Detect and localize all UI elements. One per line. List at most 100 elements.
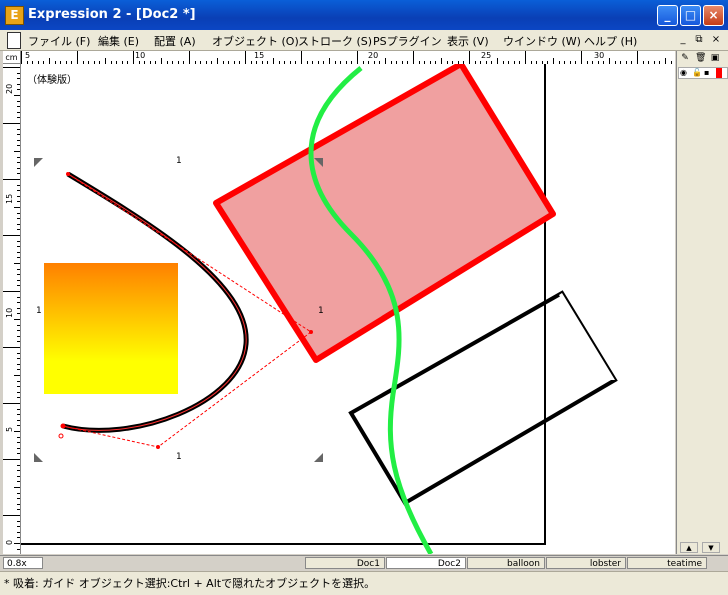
- handle-mark: 1: [36, 306, 42, 316]
- scroll-up-arrow[interactable]: ▲: [680, 542, 698, 553]
- v-ruler-tick: [3, 67, 20, 68]
- tab-balloon[interactable]: balloon: [467, 557, 545, 569]
- h-ruler-tick: [637, 51, 638, 64]
- v-ruler-tick: [17, 218, 20, 220]
- menu-object[interactable]: オブジェクト (O): [212, 33, 299, 49]
- h-ruler-label: 30: [594, 51, 605, 60]
- menu-file[interactable]: ファイル (F): [28, 33, 90, 49]
- zoom-level-field[interactable]: 0.8x: [3, 557, 43, 569]
- tab-doc1[interactable]: Doc1: [305, 557, 385, 569]
- v-ruler-tick: [3, 459, 20, 460]
- v-ruler-tick: [17, 139, 20, 141]
- scroll-down-arrow[interactable]: ▼: [702, 542, 720, 553]
- v-ruler-tick: [17, 201, 20, 203]
- gradient-rectangle[interactable]: [44, 263, 178, 394]
- v-ruler-tick: [17, 369, 20, 371]
- h-ruler-tick: [357, 51, 358, 64]
- v-ruler-tick: [3, 123, 20, 124]
- v-ruler-tick: [17, 162, 20, 164]
- v-ruler-tick: [17, 268, 20, 270]
- v-ruler-label: 5: [5, 426, 14, 432]
- v-ruler-tick: [17, 184, 20, 186]
- layer-row[interactable]: ◉ 🔓 ▪: [678, 67, 728, 79]
- selection-corner-handle[interactable]: [34, 453, 43, 462]
- v-ruler-tick: [17, 229, 20, 231]
- menu-arrange[interactable]: 配置 (A): [154, 33, 196, 49]
- minimize-button[interactable]: _: [657, 5, 678, 26]
- v-ruler-tick: [17, 106, 20, 108]
- mdi-minimize-button[interactable]: _: [676, 33, 690, 47]
- app-icon[interactable]: E: [5, 6, 24, 25]
- v-ruler-tick: [17, 251, 20, 253]
- h-ruler-tick: [133, 51, 134, 64]
- selection-corner-handle[interactable]: [34, 158, 43, 167]
- v-ruler-tick: [17, 498, 20, 500]
- tab-teatime[interactable]: teatime: [627, 557, 707, 569]
- status-bar: * 吸着: ガイド オブジェクト選択:Ctrl + Altで隠れたオブジェクトを…: [0, 571, 728, 595]
- handle-mark: 1: [176, 156, 182, 166]
- control-point[interactable]: [309, 330, 313, 334]
- v-ruler-tick: [17, 246, 20, 248]
- v-ruler-tick: [17, 386, 20, 388]
- tab-doc2[interactable]: Doc2: [386, 557, 466, 569]
- v-ruler-tick: [14, 263, 20, 264]
- v-ruler-tick: [17, 475, 20, 477]
- v-ruler-tick: [17, 111, 20, 113]
- v-ruler-tick: [17, 296, 20, 298]
- horizontal-ruler[interactable]: 5 10 15 20 25 30: [21, 51, 675, 65]
- v-ruler-tick: [17, 240, 20, 242]
- vertical-ruler[interactable]: 20 15 10 5 0: [3, 64, 21, 554]
- v-ruler-tick: [17, 453, 20, 455]
- mdi-restore-button[interactable]: ⧉: [692, 33, 706, 47]
- new-layer-icon[interactable]: ✎: [680, 53, 690, 63]
- v-ruler-tick: [17, 425, 20, 427]
- menu-help[interactable]: ヘルプ (H): [584, 33, 637, 49]
- v-ruler-tick: [14, 207, 20, 208]
- v-ruler-tick: [17, 274, 20, 276]
- v-ruler-tick: [17, 363, 20, 365]
- trash-icon[interactable]: 🗑: [695, 53, 706, 63]
- v-ruler-tick: [17, 492, 20, 494]
- document-icon[interactable]: [7, 32, 21, 49]
- v-ruler-tick: [17, 285, 20, 287]
- v-ruler-tick: [17, 302, 20, 304]
- selection-corner-handle[interactable]: [314, 453, 323, 462]
- tab-lobster[interactable]: lobster: [546, 557, 626, 569]
- anchor-point[interactable]: [60, 423, 66, 429]
- h-ruler-label: 15: [254, 51, 265, 60]
- v-ruler-tick: [17, 307, 20, 309]
- v-ruler-tick: [17, 503, 20, 505]
- v-ruler-tick: [17, 520, 20, 522]
- h-ruler-tick: [21, 51, 22, 64]
- path-end-marker: [58, 433, 64, 439]
- drawing-canvas[interactable]: （体験版） 1 1 1 1: [21, 64, 675, 554]
- v-ruler-tick: [17, 190, 20, 192]
- menu-ps-plugin[interactable]: PSプラグイン: [373, 33, 442, 49]
- maximize-button[interactable]: □: [680, 5, 701, 26]
- mdi-close-button[interactable]: ×: [709, 33, 723, 47]
- lock-icon[interactable]: 🔓: [692, 68, 702, 78]
- v-ruler-tick: [14, 543, 20, 544]
- v-ruler-tick: [17, 117, 20, 119]
- v-ruler-tick: [17, 464, 20, 466]
- anchor-point[interactable]: [66, 172, 70, 176]
- menu-view[interactable]: 表示 (V): [447, 33, 489, 49]
- menu-edit[interactable]: 編集 (E): [98, 33, 139, 49]
- v-ruler-tick: [17, 419, 20, 421]
- layer-options-icon[interactable]: ▣: [710, 53, 720, 63]
- menu-stroke[interactable]: ストローク (S): [298, 33, 372, 49]
- v-ruler-tick: [17, 195, 20, 197]
- v-ruler-tick: [17, 352, 20, 354]
- handle-mark: 1: [318, 306, 324, 316]
- red-rectangle[interactable]: [213, 64, 556, 363]
- v-ruler-tick: [17, 223, 20, 225]
- v-ruler-tick: [14, 431, 20, 432]
- menu-window[interactable]: ウインドウ (W): [503, 33, 581, 49]
- close-button[interactable]: ×: [703, 5, 724, 26]
- eye-icon[interactable]: ◉: [680, 68, 687, 78]
- v-ruler-tick: [17, 397, 20, 399]
- v-ruler-label: 20: [5, 83, 14, 94]
- control-point[interactable]: [156, 445, 160, 449]
- v-ruler-tick: [3, 235, 20, 236]
- h-ruler-tick: [301, 51, 302, 64]
